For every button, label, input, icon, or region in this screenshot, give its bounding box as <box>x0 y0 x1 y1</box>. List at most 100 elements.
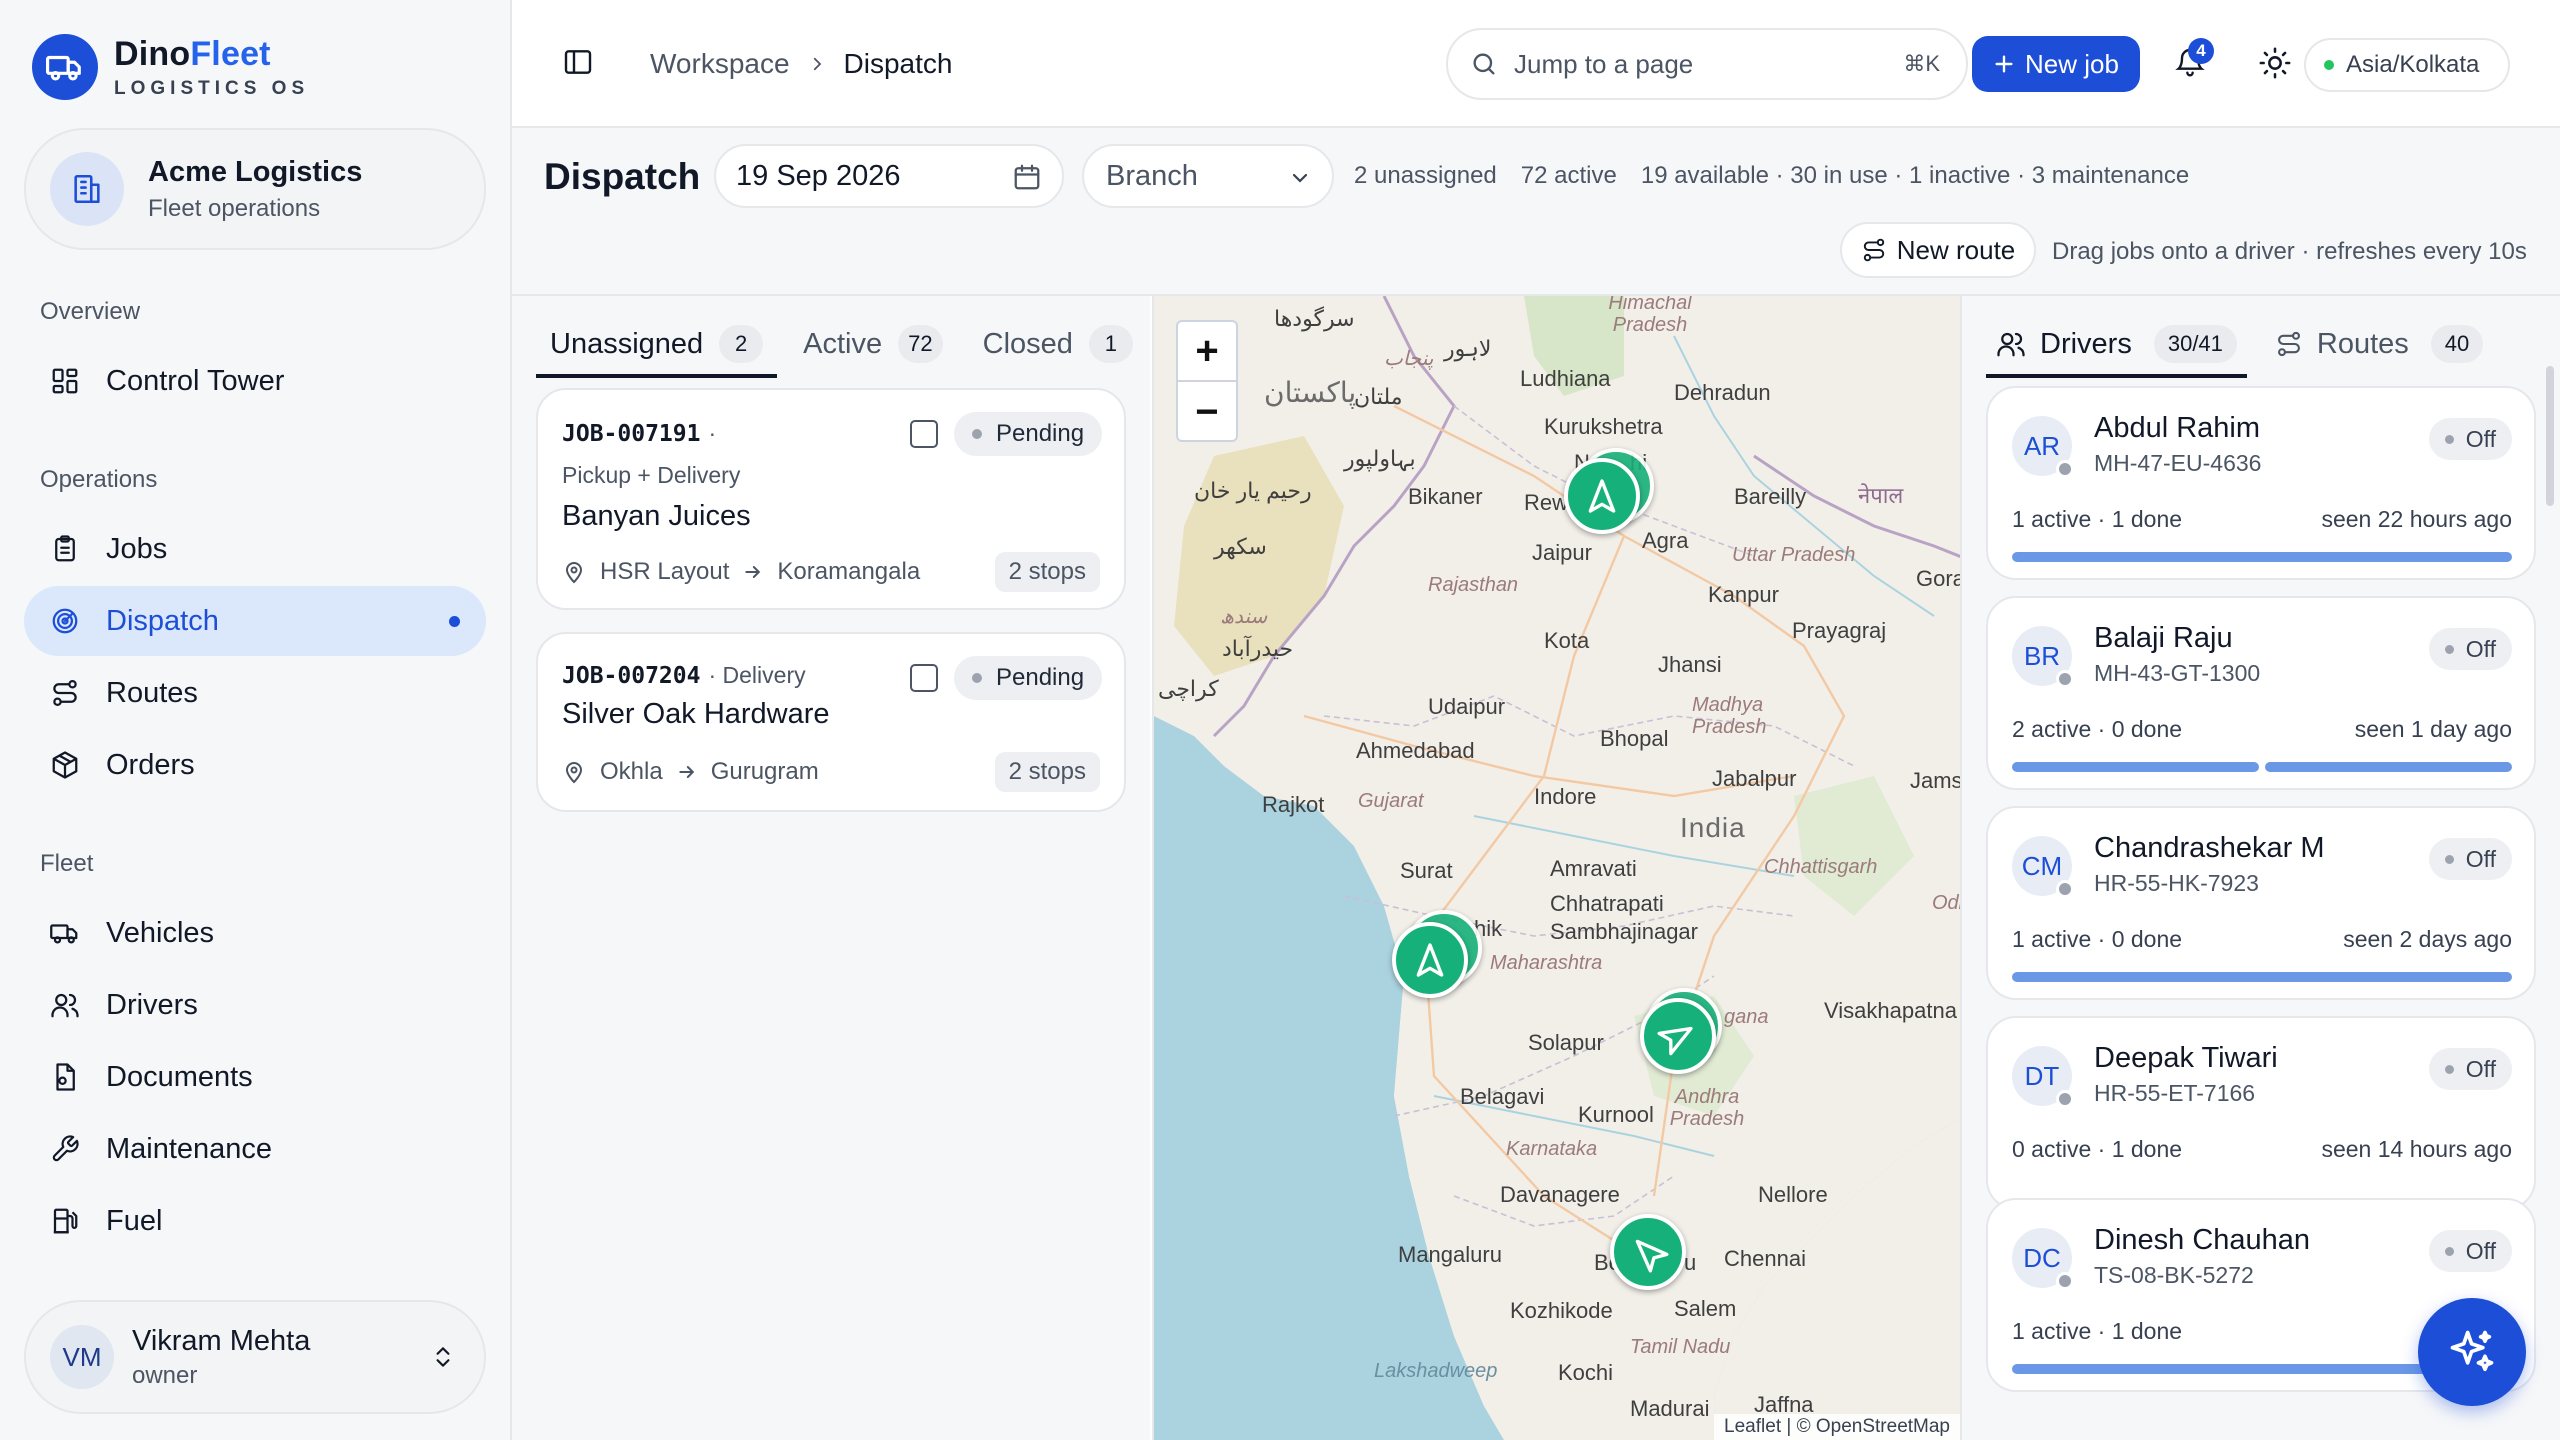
navigation-arrow-icon <box>1657 1016 1698 1056</box>
ai-assistant-button[interactable] <box>2418 1298 2526 1406</box>
date-picker[interactable]: 19 Sep 2026 <box>714 144 1064 208</box>
sidebar-toggle-icon[interactable] <box>562 46 594 78</box>
timezone-label: Asia/Kolkata <box>2346 51 2480 78</box>
map-label: Andhra Pradesh <box>1669 1086 1745 1130</box>
nav-item-documents[interactable]: Documents <box>24 1042 486 1112</box>
branch-select[interactable]: Branch <box>1082 144 1334 208</box>
search-input[interactable]: Jump to a page ⌘K <box>1446 28 1968 100</box>
job-subtitle: Pickup + Delivery <box>562 462 741 488</box>
stops-badge: 2 stops <box>994 552 1100 592</box>
nav-label: Jobs <box>106 532 168 565</box>
map-label: Nellore <box>1758 1182 1828 1207</box>
job-card[interactable]: JOB-007204 · Delivery Pending Silver Oak … <box>536 632 1126 812</box>
user-menu[interactable]: VM Vikram Mehta owner <box>24 1300 486 1414</box>
map-attribution[interactable]: Leaflet | © OpenStreetMap <box>1714 1414 1960 1440</box>
status-dot <box>2056 1090 2074 1108</box>
brand-name: DinoFleet <box>114 34 271 73</box>
users-icon <box>1996 329 2040 359</box>
progress-segment <box>2265 762 2512 772</box>
driver-card[interactable]: CM Chandrashekar M HR-55-HK-7923 Off 1 activ… <box>1986 806 2536 1000</box>
nav-item-dispatch[interactable]: Dispatch <box>24 586 486 656</box>
map-label: Kozhikode <box>1510 1298 1613 1323</box>
topbar: Workspace Dispatch Jump to a page ⌘K New… <box>512 0 2560 128</box>
tab-unassigned[interactable]: Unassigned 2 <box>536 314 778 378</box>
job-card[interactable]: JOB-007191 · Pending Pickup + Delivery Ba… <box>536 388 1126 610</box>
driver-card[interactable]: BR Balaji Raju MH-43-GT-1300 Off 2 active · … <box>1986 596 2536 790</box>
notifications-button[interactable]: 4 <box>2174 38 2214 78</box>
nav-item-vehicles[interactable]: Vehicles <box>24 898 486 968</box>
map-label: Chhattisgarh <box>1764 856 1878 878</box>
map-label: رحیم یار خان <box>1194 478 1312 503</box>
driver-marker[interactable] <box>1610 1214 1686 1290</box>
timezone-badge[interactable]: Asia/Kolkata <box>2304 38 2510 92</box>
brand[interactable]: DinoFleet LOGISTICS OS <box>32 34 309 100</box>
map-label: Kanpur <box>1708 582 1779 607</box>
map-label: Rajkot <box>1262 792 1325 817</box>
nav-item-control-tower[interactable]: Control Tower <box>24 346 486 416</box>
new-job-button[interactable]: New job <box>1972 36 2140 92</box>
map-label: پنجاب <box>1384 348 1434 370</box>
route-icon <box>1861 237 1897 263</box>
driver-card[interactable]: DT Deepak Tiwari HR-55-ET-7166 Off 0 active … <box>1986 1016 2536 1210</box>
driver-marker[interactable] <box>1564 458 1640 534</box>
tab-label: Closed <box>982 327 1073 360</box>
truck-icon <box>48 916 82 950</box>
breadcrumb-workspace[interactable]: Workspace <box>650 48 790 80</box>
job-select-checkbox[interactable] <box>910 664 938 692</box>
map-pin-icon <box>562 759 586 785</box>
vehicle-plate: MH-47-EU-4636 <box>2094 450 2262 476</box>
driver-marker[interactable] <box>1640 998 1716 1074</box>
nav-item-maintenance[interactable]: Maintenance <box>24 1114 486 1184</box>
user-name: Vikram Mehta <box>132 1324 311 1357</box>
new-route-label: New route <box>1896 234 2016 265</box>
tab-routes[interactable]: Routes 40 <box>2265 314 2493 374</box>
job-select-checkbox[interactable] <box>910 420 938 448</box>
driver-marker[interactable] <box>1392 922 1468 998</box>
map-label: Madhya Pradesh <box>1692 694 1767 738</box>
status-badge: Pending <box>954 656 1103 700</box>
status-badge: Off <box>2428 838 2512 880</box>
nav-section-operations: Operations <box>40 466 158 493</box>
dashboard-icon <box>48 364 82 398</box>
nav-item-jobs[interactable]: Jobs <box>24 514 486 584</box>
stat-active: 72 active <box>1520 162 1617 189</box>
nav-label: Control Tower <box>106 364 285 397</box>
org-switcher[interactable]: Acme Logistics Fleet operations <box>24 128 486 250</box>
driver-last-seen: seen 2 days ago <box>2343 926 2512 952</box>
nav-item-fuel[interactable]: Fuel <box>24 1186 486 1256</box>
radar-icon <box>48 604 82 638</box>
arrow-right-icon <box>743 562 763 582</box>
new-route-button[interactable]: New route <box>1840 222 2036 278</box>
driver-card[interactable]: AR Abdul Rahim MH-47-EU-4636 Off 1 active · … <box>1986 386 2536 580</box>
nav-label: Routes <box>106 676 198 709</box>
nav-item-orders[interactable]: Orders <box>24 730 486 800</box>
calendar-icon <box>1012 162 1042 192</box>
map-label: Solapur <box>1528 1030 1604 1055</box>
map-label: Jabalpur <box>1712 766 1797 791</box>
map-label: ملتان <box>1354 384 1403 409</box>
map-label: Belagavi <box>1460 1084 1545 1109</box>
tab-drivers[interactable]: Drivers 30/41 <box>1986 314 2247 378</box>
map-label: Maharashtra <box>1490 952 1603 974</box>
zoom-in-button[interactable]: + <box>1178 322 1236 382</box>
brand-subtitle: LOGISTICS OS <box>114 77 310 99</box>
route-icon <box>2275 330 2317 358</box>
dispatch-map[interactable]: سرگودھا پنجاب لاہور پاکستان ملتان بہاولپ… <box>1152 296 1962 1440</box>
tab-closed[interactable]: Closed 1 <box>969 314 1147 374</box>
nav-item-drivers[interactable]: Drivers <box>24 970 486 1040</box>
map-zoom-controls: + − <box>1176 320 1238 442</box>
sun-icon[interactable] <box>2258 46 2292 80</box>
driver-tabs: Drivers 30/41 Routes 40 <box>1986 314 2511 378</box>
tab-active[interactable]: Active 72 <box>789 314 956 374</box>
nav-item-routes[interactable]: Routes <box>24 658 486 728</box>
map-label: Odi <box>1932 892 1962 914</box>
scrollbar[interactable] <box>2546 366 2554 506</box>
map-label: لاہور <box>1444 336 1492 361</box>
driver-job-counts: 1 active · 1 done <box>2012 1318 2183 1344</box>
map-label: Jhansi <box>1658 652 1722 677</box>
zoom-out-button[interactable]: − <box>1178 382 1236 442</box>
map-label: Himachal Pradesh <box>1608 296 1692 336</box>
new-job-label: New job <box>2025 48 2119 79</box>
map-label: Rajasthan <box>1428 574 1519 596</box>
status-badge: Pending <box>954 412 1103 456</box>
